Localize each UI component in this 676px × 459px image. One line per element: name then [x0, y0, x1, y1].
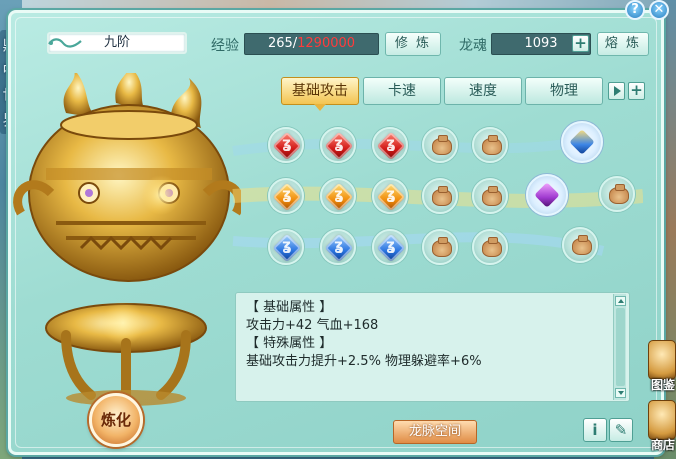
- shop-label: 商店: [651, 438, 676, 452]
- dragon-vein-panel: 九阶 经验 265/1290000 修 炼 龙魂 1093 + 熔 炼 基础攻击…: [8, 10, 664, 455]
- level-name-box: 九阶: [47, 32, 187, 54]
- gem-slot[interactable]: [372, 229, 408, 265]
- gem-slot[interactable]: [320, 127, 356, 163]
- gem-slot[interactable]: [472, 178, 508, 214]
- dragon-icon: [48, 38, 82, 48]
- next-tab-arrow-icon[interactable]: [608, 82, 625, 100]
- tab-speed[interactable]: 速度: [444, 77, 522, 105]
- basic-attr-line: 攻击力+42 气血+168: [246, 318, 379, 333]
- gem-slot[interactable]: [422, 127, 458, 163]
- golden-cauldron-icon: [13, 73, 241, 406]
- special-attr-header: 【 特殊属性 】: [246, 336, 333, 351]
- scroll-down-icon[interactable]: [615, 388, 626, 398]
- gem-slot[interactable]: [562, 227, 598, 263]
- help-button[interactable]: ?: [625, 0, 645, 20]
- blue-gem-icon: [324, 233, 354, 263]
- red-gem-icon: [376, 131, 406, 161]
- special-attr-line: 基础攻击力提升+2.5% 物理躲避率+6%: [246, 354, 482, 369]
- dragon-soul-label: 龙魂: [459, 38, 487, 54]
- blue-gem-icon: [272, 233, 302, 263]
- orange-gem-icon: [324, 182, 354, 212]
- gem-slot[interactable]: [320, 229, 356, 265]
- cultivate-button[interactable]: 修 炼: [385, 32, 441, 56]
- gem-slot[interactable]: [599, 176, 635, 212]
- gem-slot[interactable]: [372, 178, 408, 214]
- blue-yellow-gem-icon: [569, 129, 595, 155]
- level-name: 九阶: [103, 35, 130, 50]
- smelt-label: 熔 炼: [604, 36, 642, 51]
- attribute-info-box: 【 基础属性 】 攻击力+42 气血+168 【 特殊属性 】 基础攻击力提升+…: [235, 292, 630, 402]
- exp-label: 经验: [211, 38, 239, 54]
- gem-slot[interactable]: [472, 127, 508, 163]
- atlas-icon[interactable]: [648, 340, 676, 380]
- atlas-label: 图鉴: [651, 378, 676, 392]
- bag-icon: [572, 235, 592, 255]
- cultivate-label: 修 炼: [394, 36, 432, 51]
- gem-slot[interactable]: [422, 178, 458, 214]
- scroll-up-icon[interactable]: [615, 296, 626, 306]
- bag-icon: [482, 186, 502, 206]
- dragon-space-button[interactable]: 龙脉空间: [393, 420, 477, 444]
- refine-button[interactable]: 炼化: [89, 393, 143, 447]
- gem-slot[interactable]: [320, 178, 356, 214]
- gem-slot[interactable]: [268, 178, 304, 214]
- scroll-thumb[interactable]: [616, 308, 625, 386]
- exp-max: 1290000: [297, 36, 356, 51]
- info-scrollbar[interactable]: [613, 294, 626, 400]
- basic-attr-header: 【 基础属性 】: [246, 300, 333, 315]
- exp-bar: 265/1290000: [244, 33, 379, 55]
- tab-stun-speed[interactable]: 卡速: [363, 77, 441, 105]
- info-button[interactable]: i: [583, 418, 607, 442]
- smelt-button[interactable]: 熔 炼: [597, 32, 649, 56]
- blue-yellow-gem-slot[interactable]: [561, 121, 603, 163]
- bag-icon: [609, 184, 629, 204]
- red-gem-icon: [324, 131, 354, 161]
- dragon-soul-value: 1093: [524, 36, 558, 51]
- blue-gem-icon: [376, 233, 406, 263]
- exp-current: 265/: [267, 36, 298, 51]
- red-gem-icon: [272, 131, 302, 161]
- bag-icon: [432, 186, 452, 206]
- bag-icon: [482, 135, 502, 155]
- orange-gem-icon: [376, 182, 406, 212]
- add-soul-button[interactable]: +: [572, 35, 589, 52]
- gem-slot[interactable]: [372, 127, 408, 163]
- shop-icon[interactable]: [648, 400, 676, 440]
- orange-gem-icon: [272, 182, 302, 212]
- purple-gem-icon: [534, 182, 560, 208]
- bag-icon: [482, 237, 502, 257]
- purple-gem-slot[interactable]: [526, 174, 568, 216]
- tab-physical[interactable]: 物理: [525, 77, 603, 105]
- tab-basic-attack[interactable]: 基础攻击: [281, 77, 359, 111]
- gem-slot[interactable]: [268, 127, 304, 163]
- gem-slot[interactable]: [472, 229, 508, 265]
- edit-icon[interactable]: ✎: [609, 418, 633, 442]
- bag-icon: [432, 135, 452, 155]
- close-button[interactable]: ✕: [649, 0, 669, 20]
- gem-slot[interactable]: [422, 229, 458, 265]
- gem-slot[interactable]: [268, 229, 304, 265]
- add-tab-button[interactable]: +: [628, 82, 645, 100]
- bag-icon: [432, 237, 452, 257]
